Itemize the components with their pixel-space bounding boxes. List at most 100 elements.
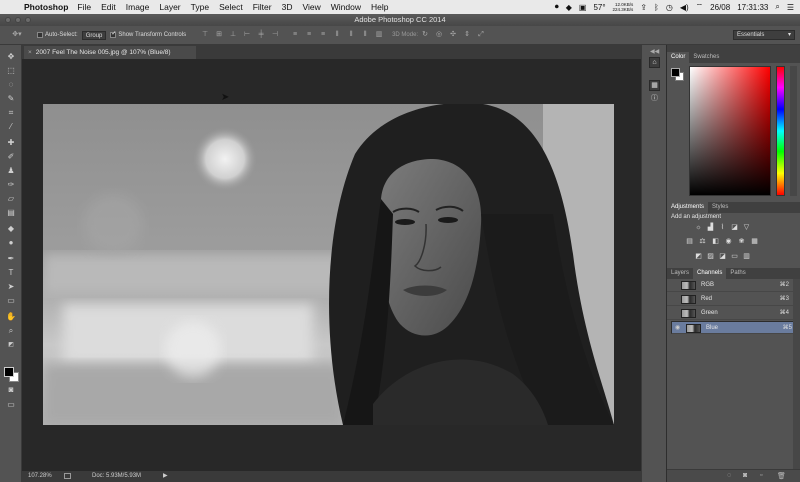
distribute-vcenter-icon[interactable]: ≡ (305, 31, 313, 39)
brightness-contrast-icon[interactable]: ☼ (694, 224, 703, 232)
visibility-off-icon[interactable] (670, 296, 678, 303)
menu-file[interactable]: File (77, 2, 91, 12)
rectangle-tool-icon[interactable]: ▭ (3, 295, 19, 307)
history-brush-tool-icon[interactable]: ✑ (3, 179, 19, 191)
eye-icon[interactable]: ◉ (675, 325, 683, 332)
share-icon[interactable] (64, 473, 71, 479)
network-stats[interactable]: 12.0KB/s 224.3KB/s (613, 2, 634, 12)
status-menu-arrow-icon[interactable]: ▶ (163, 471, 168, 482)
document-tab[interactable]: × 2007 Feel The Noise 005.jpg @ 107% (Blu… (24, 46, 196, 59)
invert-icon[interactable]: ◩ (694, 253, 703, 261)
menu-3d[interactable]: 3D (282, 2, 293, 12)
eraser-tool-icon[interactable]: ▱ (3, 193, 19, 205)
close-window-button[interactable] (5, 17, 11, 23)
spotlight-icon[interactable]: ⌕ (775, 2, 779, 12)
crop-tool-icon[interactable]: ⌗ (3, 107, 19, 119)
upload-icon[interactable]: ⇪ (640, 3, 647, 12)
vibrance-icon[interactable]: ▽ (742, 224, 751, 232)
document-image[interactable] (43, 104, 614, 425)
menu-filter[interactable]: Filter (253, 2, 272, 12)
hue-saturation-icon[interactable]: ▤ (685, 238, 694, 246)
menu-layer[interactable]: Layer (159, 2, 180, 12)
menu-window[interactable]: Window (331, 2, 361, 12)
default-colors-icon[interactable]: ◩ (3, 339, 19, 351)
auto-select-checkbox[interactable] (37, 32, 43, 38)
tab-color[interactable]: Color (667, 52, 690, 63)
color-foreground-swatch[interactable] (671, 68, 680, 77)
timemachine-icon[interactable]: ◷ (666, 3, 673, 12)
save-selection-icon[interactable]: ◙ (743, 472, 747, 479)
black-white-icon[interactable]: ◧ (711, 238, 720, 246)
time-readout[interactable]: 17:31:33 (737, 3, 768, 12)
quick-mask-icon[interactable]: ◙ (3, 384, 19, 396)
screen-mode-icon[interactable]: ▭ (3, 399, 19, 411)
menu-type[interactable]: Type (191, 2, 209, 12)
color-balance-icon[interactable]: ⚖ (698, 238, 707, 246)
gradient-tool-icon[interactable]: ▤ (3, 207, 19, 219)
align-left-icon[interactable]: ⊢ (243, 31, 251, 39)
hand-tool-icon[interactable]: ✋ (3, 311, 19, 323)
visibility-off-icon[interactable] (670, 282, 678, 289)
color-lookup-icon[interactable]: ▦ (750, 238, 759, 246)
minimize-window-button[interactable] (15, 17, 21, 23)
gradient-map-icon[interactable]: ▭ (730, 253, 739, 261)
menu-edit[interactable]: Edit (101, 2, 116, 12)
blur-tool-icon[interactable]: ◆ (3, 223, 19, 235)
selective-color-icon[interactable]: ▥ (742, 253, 751, 261)
zoom-level[interactable]: 107.28% (28, 471, 52, 482)
channel-row-blue[interactable]: ◉ Blue ⌘5 (671, 321, 797, 334)
tab-paths[interactable]: Paths (726, 268, 749, 279)
levels-icon[interactable]: ▟ (706, 224, 715, 232)
channel-row-rgb[interactable]: RGB ⌘2 (667, 279, 793, 292)
channel-row-green[interactable]: Green ⌘4 (667, 307, 793, 320)
menu-help[interactable]: Help (371, 2, 388, 12)
menu-app-name[interactable]: Photoshop (24, 2, 68, 12)
delete-channel-icon[interactable]: 🗑 (777, 472, 786, 480)
3d-drag-icon[interactable]: ✣ (449, 31, 457, 39)
align-top-icon[interactable]: ⊤ (201, 31, 209, 39)
record-icon[interactable]: ⏺ (555, 2, 559, 12)
tab-layers[interactable]: Layers (667, 268, 693, 279)
posterize-icon[interactable]: ▨ (706, 253, 715, 261)
close-tab-icon[interactable]: × (28, 49, 32, 56)
bluetooth-icon[interactable]: ᛒ (654, 3, 659, 12)
dropbox-icon[interactable]: ◆ (566, 3, 572, 12)
workspace-dropdown[interactable]: Essentials ▾ (733, 30, 795, 40)
3d-slide-icon[interactable]: ⇕ (463, 31, 471, 39)
menu-view[interactable]: View (302, 2, 320, 12)
type-tool-icon[interactable]: T (3, 267, 19, 279)
exposure-icon[interactable]: ◪ (730, 224, 739, 232)
tab-adjustments[interactable]: Adjustments (667, 202, 709, 213)
brush-tool-icon[interactable]: ✐ (3, 151, 19, 163)
align-bottom-icon[interactable]: ⊥ (229, 31, 237, 39)
quick-select-tool-icon[interactable]: ✎ (3, 93, 19, 105)
properties-panel-icon[interactable]: ▦ (649, 80, 660, 91)
visibility-off-icon[interactable] (670, 310, 678, 317)
wifi-icon[interactable]: ⌔ (696, 2, 704, 12)
channels-scrollbar[interactable] (793, 279, 800, 469)
foreground-color-swatch[interactable] (4, 367, 14, 377)
move-tool-icon[interactable]: ✥ (3, 51, 19, 63)
align-right-icon[interactable]: ⊣ (271, 31, 279, 39)
clone-stamp-tool-icon[interactable]: ♟ (3, 165, 19, 177)
history-panel-icon[interactable]: ⌂ (649, 57, 660, 68)
3d-scale-icon[interactable]: ⤢ (477, 31, 485, 39)
lasso-tool-icon[interactable]: ◌ (3, 79, 19, 91)
distribute-left-icon[interactable]: ⦀ (333, 31, 341, 39)
channel-row-red[interactable]: Red ⌘3 (667, 293, 793, 306)
distribute-bottom-icon[interactable]: ≡ (319, 31, 327, 39)
color-panel-scrollbar[interactable] (790, 66, 797, 196)
auto-align-icon[interactable]: ▥ (375, 31, 383, 39)
hue-slider[interactable] (776, 66, 785, 196)
channel-mixer-icon[interactable]: ❀ (737, 238, 746, 246)
color-field[interactable] (689, 66, 771, 196)
pen-tool-icon[interactable]: ✒ (3, 253, 19, 265)
zoom-window-button[interactable] (25, 17, 31, 23)
show-transform-checkbox[interactable] (110, 30, 116, 38)
healing-brush-tool-icon[interactable]: ✚ (3, 137, 19, 149)
3d-roll-icon[interactable]: ◎ (435, 31, 443, 39)
curves-icon[interactable]: ⌇ (718, 224, 727, 232)
canvas-area[interactable]: ➤ (22, 59, 641, 471)
distribute-top-icon[interactable]: ≡ (291, 31, 299, 39)
date-readout[interactable]: 26/08 (710, 3, 730, 12)
